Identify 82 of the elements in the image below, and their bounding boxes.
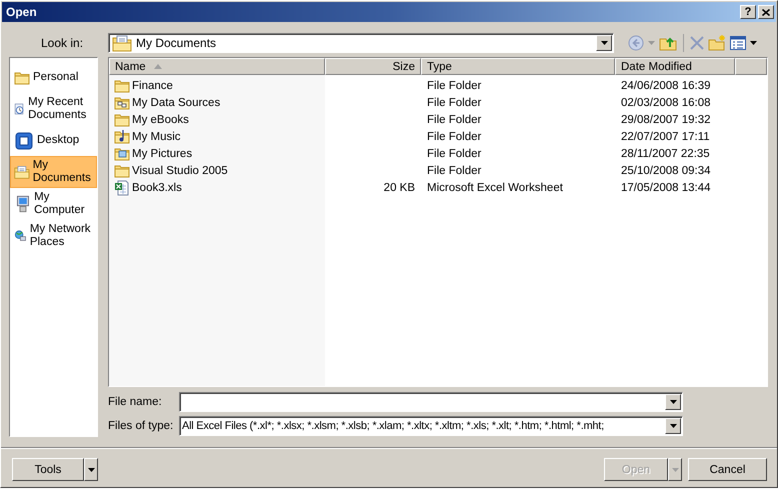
documents-folder-icon: [112, 33, 132, 53]
views-button[interactable]: [728, 33, 759, 53]
file-row[interactable]: My Pictures File Folder 28/11/2007 22:35: [109, 145, 767, 162]
folder-icon: [114, 78, 130, 93]
file-name: Visual Studio 2005: [132, 164, 228, 176]
places-item[interactable]: Desktop: [10, 125, 97, 156]
file-type: File Folder: [427, 114, 482, 126]
close-button[interactable]: [758, 5, 774, 19]
dropdown-button[interactable]: [596, 35, 612, 51]
caret-icon: [88, 468, 94, 472]
file-name: My Data Sources: [132, 96, 220, 108]
file-row[interactable]: Book3.xls 20 KB Microsoft Excel Worksheet 17/05/2008 13:44: [109, 179, 767, 196]
column-header[interactable]: Type: [421, 58, 615, 75]
cancel-button[interactable]: Cancel: [688, 458, 767, 481]
file-date: 29/08/2007 19:32: [621, 114, 711, 126]
caret-icon: [750, 41, 757, 45]
column-header: [735, 58, 767, 75]
file-name-label: File name:: [108, 396, 163, 408]
music-folder-icon: [114, 129, 130, 144]
file-type-dropdown[interactable]: All Excel Files (*.xl*; *.xlsx; *.xlsm; *.xlsb; *.xlam; *.xltx; *.xltm; *.xls; *.xlt; *.htm; *.html; *.mht;: [179, 416, 683, 436]
file-type: File Folder: [427, 164, 482, 176]
file-name: My Music: [132, 130, 181, 142]
dropdown-button[interactable]: [665, 394, 681, 410]
column-header[interactable]: Date Modified: [615, 58, 735, 75]
look-in-dropdown[interactable]: My Documents: [108, 33, 614, 53]
file-date: 24/06/2008 16:39: [621, 80, 711, 92]
places-item[interactable]: My Network Places: [10, 220, 97, 252]
file-date: 22/07/2007 17:11: [621, 130, 710, 142]
file-date: 28/11/2007 22:35: [621, 148, 710, 160]
places-item[interactable]: My Documents: [10, 156, 97, 188]
column-header[interactable]: Size: [325, 58, 421, 75]
tools-dropdown-button[interactable]: [84, 458, 98, 481]
file-size: 20 KB: [384, 182, 415, 194]
data-folder-icon: [114, 95, 130, 110]
look-in-label: Look in:: [40, 36, 84, 50]
look-in-value: My Documents: [136, 36, 216, 50]
file-type: File Folder: [427, 96, 482, 108]
file-row[interactable]: Visual Studio 2005 File Folder 25/10/2008 09:34: [109, 162, 767, 179]
file-type: File Folder: [427, 148, 482, 160]
file-row[interactable]: My eBooks File Folder 29/08/2007 19:32: [109, 111, 767, 128]
caret-icon: [672, 468, 678, 472]
desktop-icon: [14, 130, 34, 150]
tools-button[interactable]: Tools: [12, 458, 84, 481]
places-item[interactable]: My Computer: [10, 188, 97, 220]
spreadsheet-icon: [114, 180, 130, 196]
caret-icon: [670, 424, 676, 428]
caret-icon: [648, 41, 655, 45]
places-item[interactable]: Personal: [10, 62, 97, 93]
file-type: File Folder: [427, 80, 482, 92]
back-icon: [628, 35, 644, 51]
file-type-label: Files of type:: [108, 420, 174, 432]
dropdown-button[interactable]: [665, 418, 681, 434]
file-name: Book3.xls: [132, 182, 182, 194]
file-name: My eBooks: [132, 114, 189, 126]
file-row[interactable]: My Data Sources File Folder 02/03/2008 16:08: [109, 94, 767, 111]
column-header[interactable]: Name: [109, 58, 325, 75]
file-date: 17/05/2008 13:44: [621, 182, 711, 194]
views-icon: [730, 36, 746, 50]
folder-icon: [114, 112, 130, 127]
computer-icon: [14, 193, 32, 215]
file-date: 02/03/2008 16:08: [621, 96, 711, 108]
file-date: 25/10/2008 09:34: [621, 164, 711, 176]
folder-icon: [114, 163, 130, 178]
file-type: Microsoft Excel Worksheet: [427, 182, 563, 194]
window-title: Open: [6, 5, 38, 19]
open-dropdown-button[interactable]: [668, 458, 682, 481]
up-folder-icon: [659, 35, 677, 51]
delete-icon: [690, 36, 704, 50]
close-icon: [762, 8, 770, 16]
file-name-field[interactable]: [179, 392, 683, 412]
caret-icon: [670, 400, 676, 404]
file-type: File Folder: [427, 130, 482, 142]
help-button[interactable]: ?: [740, 5, 756, 19]
places-item[interactable]: My Recent Documents: [10, 93, 97, 125]
new-folder-icon: [708, 35, 726, 51]
file-name: My Pictures: [132, 148, 192, 160]
caret-icon: [600, 41, 608, 45]
file-row[interactable]: Finance File Folder 24/06/2008 16:39: [109, 77, 767, 94]
file-row[interactable]: My Music File Folder 22/07/2007 17:11: [109, 128, 767, 145]
folder-icon: [14, 70, 30, 85]
picture-folder-icon: [114, 146, 130, 161]
file-name: Finance: [132, 80, 173, 92]
